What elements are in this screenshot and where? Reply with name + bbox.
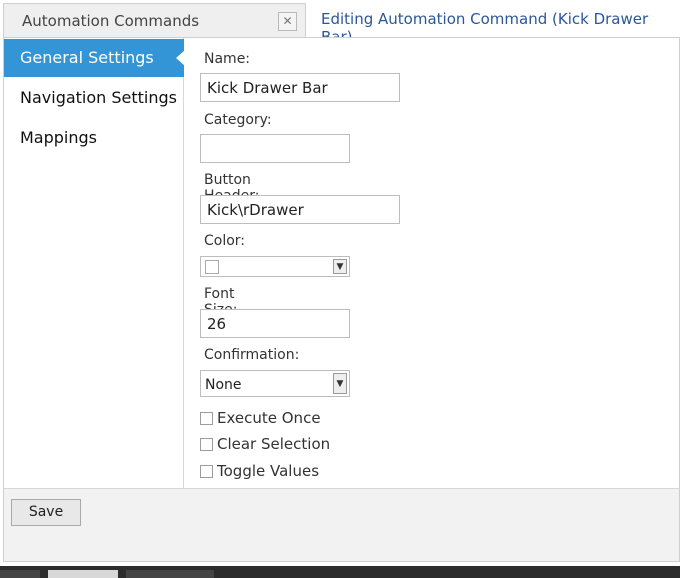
taskbar-item[interactable] [126,570,214,578]
category-field[interactable] [200,134,350,163]
sidebar-item-general-settings[interactable]: General Settings [4,39,185,77]
save-button[interactable]: Save [11,499,81,526]
taskbar-item[interactable] [0,570,40,578]
execute-once-checkbox[interactable] [200,412,213,425]
color-label: Color: [204,233,246,249]
taskbar [0,566,680,578]
sidebar-item-mappings[interactable]: Mappings [4,119,184,157]
clear-selection-checkbox[interactable] [200,438,213,451]
close-icon[interactable]: ✕ [278,12,297,31]
font-size-field[interactable] [200,309,350,338]
chevron-down-icon[interactable]: ▼ [333,373,347,394]
chevron-down-icon[interactable]: ▼ [333,259,347,274]
confirmation-label: Confirmation: [204,347,300,363]
color-swatch [205,260,219,274]
execute-once-label: Execute Once [217,409,321,427]
sidebar: General Settings Navigation Settings Map… [4,38,185,488]
color-select[interactable]: ▼ [200,256,350,277]
editor-panel: General Settings Navigation Settings Map… [3,37,680,562]
confirmation-select[interactable]: None ▼ [200,370,350,397]
tab-strip: Automation Commands ✕ Editing Automation… [0,0,680,46]
confirmation-value: None [205,377,242,393]
tab-label: Automation Commands [22,12,200,30]
clear-selection-label: Clear Selection [217,435,331,453]
tab-automation-commands[interactable]: Automation Commands ✕ [3,3,306,37]
toggle-values-checkbox[interactable] [200,465,213,478]
toggle-values-label: Toggle Values [217,462,320,480]
taskbar-item-active[interactable] [48,570,118,578]
footer-bar: Save [4,488,679,561]
name-field[interactable] [200,73,400,102]
button-header-field[interactable] [200,195,400,224]
category-label: Category: [204,112,272,128]
sidebar-item-navigation-settings[interactable]: Navigation Settings [4,79,184,117]
name-label: Name: [204,51,251,67]
